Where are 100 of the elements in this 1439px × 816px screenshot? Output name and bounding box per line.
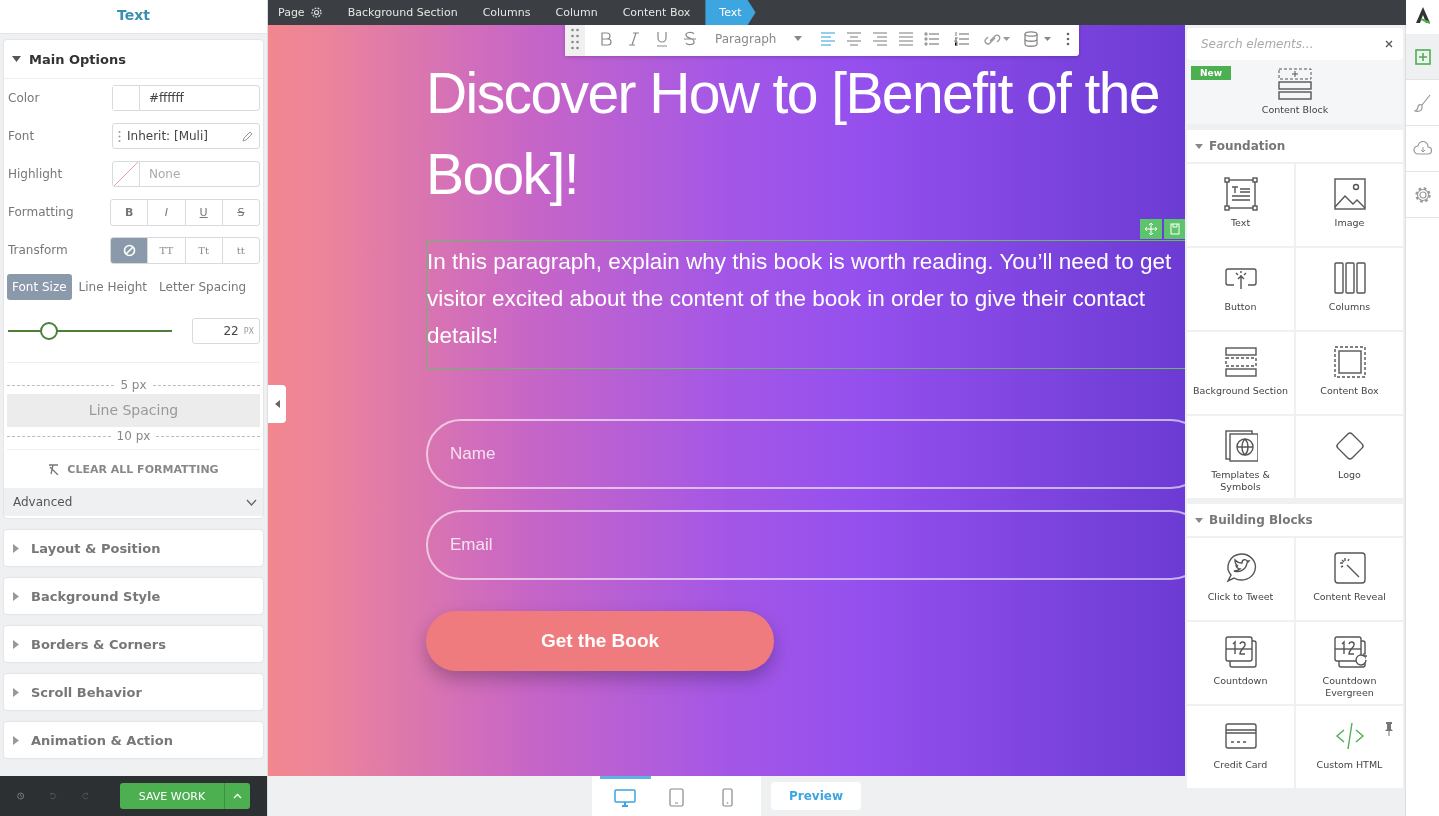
format-button[interactable]: B [111,199,149,225]
caret-down-icon [1195,517,1203,523]
collapsed-section[interactable]: Background Style [3,577,264,615]
color-field[interactable]: #ffffff [112,85,260,111]
element-tile[interactable]: Custom HTML [1296,706,1403,788]
get-book-button[interactable]: Get the Book [426,611,774,671]
caret-right-icon [13,591,19,601]
format-button[interactable]: U [185,199,223,225]
format-button[interactable]: I [148,199,186,225]
form-input[interactable]: Name [426,419,1185,489]
align-justify-icon[interactable] [898,31,915,46]
drag-handle-icon[interactable] [565,25,585,56]
move-icon[interactable] [1140,219,1162,239]
collapsed-section[interactable]: Animation & Action [3,721,264,759]
element-tile[interactable]: Templates & Symbols [1187,416,1294,498]
numbered-list-icon[interactable] [954,31,971,46]
add-element-icon[interactable] [1406,34,1439,80]
caret-down-icon [794,36,803,41]
caret-right-icon [13,735,19,745]
no-transform-button[interactable] [111,237,149,263]
spacing-value: 10 px [116,429,151,443]
element-tile[interactable]: Logo [1296,416,1403,498]
close-icon[interactable] [1385,40,1393,48]
phone-icon [722,788,733,807]
italic-icon[interactable] [627,30,641,47]
strikethrough-icon[interactable] [683,30,697,47]
size-tab[interactable]: Line Height [73,274,153,300]
section-title: Layout & Position [31,540,161,556]
database-icon[interactable] [1024,30,1053,47]
section-title: Background Style [31,588,161,604]
element-tile[interactable]: Background Section [1187,332,1294,414]
collapse-panel-handle[interactable] [268,385,286,423]
bold-icon[interactable] [599,30,613,47]
element-tile[interactable]: Button [1187,248,1294,330]
transform-button[interactable]: tt [222,237,259,263]
font-size-field[interactable]: 22 PX [192,318,260,344]
font-field[interactable]: Inherit: [Muli] [112,123,260,149]
save-work-button[interactable]: SAVE WORK [120,783,224,809]
collapsed-section[interactable]: Layout & Position [3,529,264,567]
save-options-button[interactable] [224,783,250,809]
element-tile[interactable]: Text [1187,164,1294,246]
search-field[interactable]: Search elements... [1187,28,1403,60]
underline-icon[interactable] [655,30,669,47]
app-logo-icon[interactable] [1414,6,1431,24]
element-tile[interactable]: Image [1296,164,1403,246]
element-tile[interactable]: Columns [1296,248,1403,330]
advanced-toggle[interactable]: Advanced [4,488,263,516]
align-left-icon[interactable] [820,31,837,46]
bullet-list-icon[interactable] [924,31,941,46]
element-tile[interactable]: Content Box [1296,332,1403,414]
breadcrumb[interactable]: Text [705,0,756,25]
element-tile[interactable]: Content Reveal [1296,538,1403,620]
element-tile[interactable]: Countdown [1187,622,1294,704]
element-tile[interactable]: Countdown Evergreen [1296,622,1403,704]
section-header[interactable]: Main Options [4,40,263,79]
element-tile[interactable]: New Content Block [1187,60,1403,124]
no-color-swatch [113,162,140,186]
drag-handle-icon[interactable] [118,129,121,143]
save-element-icon[interactable] [1164,219,1185,239]
caret-right-icon [13,639,19,649]
size-tab[interactable]: Font Size [7,274,72,300]
align-right-icon[interactable] [872,31,889,46]
caret-right-icon [13,687,19,697]
highlight-label: Highlight [7,167,63,181]
font-size-slider[interactable] [8,322,172,340]
transform-label: Transform [7,243,68,257]
group-header[interactable]: Foundation [1187,130,1403,162]
preview-button[interactable]: Preview [771,782,861,810]
clear-formatting-button[interactable]: CLEAR ALL FORMATTING [7,450,260,488]
format-button[interactable]: S [222,199,259,225]
collapsed-section[interactable]: Borders & Corners [3,625,264,663]
tablet-icon [669,788,684,807]
line-spacing-control[interactable]: Line Spacing [7,394,260,427]
element-tile[interactable]: Credit Card [1187,706,1294,788]
transform-button[interactable]: Tt [185,237,223,263]
chevron-icon [246,498,257,506]
new-badge: New [1191,66,1231,80]
block-format-dropdown[interactable]: Paragraph [715,31,803,46]
group-header[interactable]: Building Blocks [1187,504,1403,536]
transform-button[interactable]: TT [148,237,186,263]
slider-thumb[interactable] [40,322,58,340]
caret-down-icon [1195,143,1203,149]
columns-element-icon [1332,261,1367,295]
more-icon[interactable] [1066,31,1071,46]
form-input[interactable]: Email [426,510,1185,580]
evergreen-element-icon [1332,635,1367,669]
font-label: Font [7,129,35,143]
collapsed-section[interactable]: Scroll Behavior [3,673,264,711]
text-element-icon [1223,177,1258,211]
chevron-up-icon [233,793,242,799]
align-center-icon[interactable] [846,31,863,46]
panel-title: Text [0,0,267,34]
element-tile[interactable]: Click to Tweet [1187,538,1294,620]
spacing-value: 5 px [120,378,147,392]
reveal-element-icon [1332,551,1367,585]
pin-icon[interactable] [1385,722,1393,736]
size-tab[interactable]: Letter Spacing [154,274,252,300]
section-title: Animation & Action [31,732,173,748]
caret-right-icon [13,543,19,553]
box-element-icon [1332,345,1367,379]
